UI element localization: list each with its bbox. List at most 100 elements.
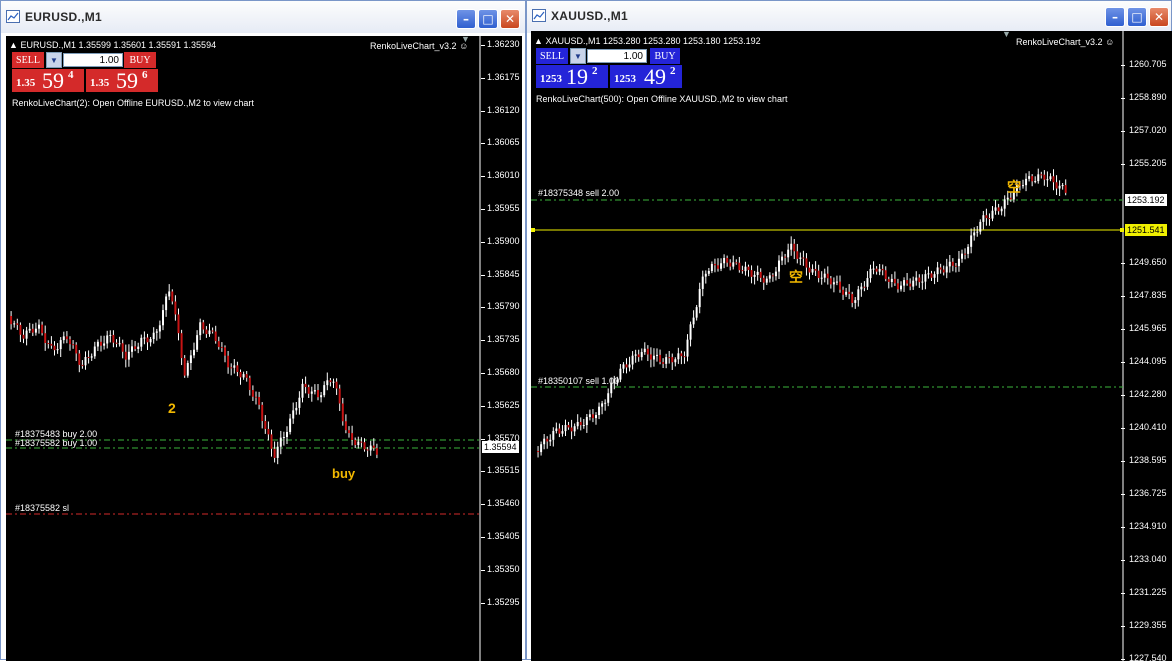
candle-body	[78, 353, 81, 365]
candle-body	[295, 407, 298, 411]
candle-body	[753, 274, 756, 277]
lot-down-button[interactable]: ▼	[570, 48, 586, 64]
candle-body	[585, 417, 588, 426]
axis-tick	[1121, 626, 1125, 627]
axis-label: 1.35625	[487, 399, 520, 410]
candle-body	[183, 358, 186, 376]
candle-body	[662, 362, 665, 364]
axis-label: 1.35735	[487, 334, 520, 345]
candle-body	[1003, 199, 1006, 209]
sell-price-box[interactable]: 1253 19 2	[536, 65, 608, 88]
xauusd-chart-window[interactable]: XAUUSD.,M1 – □ ✕ ▲ XAUUSD.,M1 1253.280 1…	[526, 0, 1172, 661]
candle-body	[903, 280, 906, 286]
candle-body	[177, 314, 180, 334]
candle-body	[196, 335, 199, 350]
candle-body	[930, 273, 933, 278]
candle-body	[41, 324, 44, 334]
lot-down-button[interactable]: ▼	[46, 52, 62, 68]
buy-button[interactable]: BUY	[124, 52, 156, 68]
candle-body	[936, 267, 939, 275]
candle-body	[313, 390, 316, 392]
candle-body	[713, 263, 716, 266]
order-label: #18375582 sl	[15, 503, 70, 513]
close-button[interactable]: ✕	[1149, 7, 1169, 27]
chart-drop-arrow[interactable]: ▼	[1002, 31, 1011, 39]
candle-body	[357, 441, 360, 446]
eurusd-titlebar[interactable]: EURUSD.,M1 – □ ✕	[1, 1, 525, 33]
candle-body	[149, 339, 152, 343]
candle-body	[146, 337, 149, 343]
buy-price-box[interactable]: 1253 49 2	[610, 65, 682, 88]
axis-tick	[1121, 395, 1125, 396]
axis-tick	[481, 176, 485, 178]
candle-body	[552, 430, 555, 440]
candle-body	[890, 278, 893, 282]
chart-drop-arrow[interactable]: ▼	[461, 36, 470, 44]
candle-body	[168, 291, 171, 297]
candle-body	[802, 257, 805, 259]
candle-body	[131, 346, 133, 352]
maximize-button[interactable]: □	[478, 9, 498, 29]
buy-button[interactable]: BUY	[650, 48, 680, 64]
candle-body	[921, 281, 924, 283]
order-label: #18375348 sell 2.00	[538, 188, 620, 198]
maximize-button[interactable]: □	[1127, 7, 1147, 27]
candle-body	[582, 425, 585, 427]
lot-size-input[interactable]: 1.00	[63, 53, 123, 67]
close-button[interactable]: ✕	[500, 9, 520, 29]
candle-body	[942, 269, 945, 273]
xauusd-chart-area[interactable]: ▲ XAUUSD.,M1 1253.280 1253.280 1253.180 …	[531, 31, 1172, 661]
candle-body	[564, 424, 567, 432]
candle-body	[805, 258, 808, 268]
buy-price-box[interactable]: 1.35 59 6	[86, 69, 158, 92]
collapse-triangle-icon[interactable]: ▲	[534, 36, 543, 46]
candle-body	[96, 341, 99, 347]
eurusd-chart-area[interactable]: ▲ EURUSD.,M1 1.35599 1.35601 1.35591 1.3…	[6, 36, 522, 661]
axis-label: 1258.890	[1129, 92, 1167, 102]
xauusd-titlebar[interactable]: XAUUSD.,M1 – □ ✕	[527, 1, 1171, 33]
candle-body	[103, 343, 106, 346]
sell-price-box[interactable]: 1.35 59 4	[12, 69, 84, 92]
axis-label: 1238.595	[1129, 455, 1167, 465]
lot-size-input[interactable]: 1.00	[587, 49, 647, 63]
minimize-button[interactable]: –	[1105, 7, 1125, 27]
candle-body	[927, 273, 930, 275]
candle-body	[186, 363, 189, 376]
candle-body	[93, 346, 96, 357]
candle-body	[236, 365, 239, 373]
candle-body	[301, 383, 304, 398]
axis-label: 1.35900	[487, 235, 520, 246]
axis-tick	[481, 110, 485, 112]
candle-body	[771, 275, 774, 277]
close-icon: ✕	[1153, 10, 1165, 24]
axis-tick	[481, 307, 485, 309]
candle-body	[604, 402, 607, 404]
axis-label: 1.35515	[487, 465, 520, 476]
candle-body	[750, 270, 753, 277]
candle-body	[918, 277, 921, 283]
axis-tick	[481, 537, 485, 538]
candle-body	[601, 403, 604, 407]
candle-body	[140, 337, 143, 347]
minimize-button[interactable]: –	[456, 9, 476, 29]
sell-button[interactable]: SELL	[536, 48, 568, 64]
candle-body	[790, 243, 793, 250]
eurusd-chart-window[interactable]: EURUSD.,M1 – □ ✕ ▲ EURUSD.,M1 1.35599 1.…	[0, 0, 526, 661]
candle-body	[649, 354, 652, 360]
indicator-message: RenkoLiveChart(500): Open Offline XAUUSD…	[536, 94, 788, 104]
candle-body	[109, 334, 112, 336]
candle-body	[720, 263, 723, 269]
candle-body	[13, 323, 16, 325]
candle-body	[698, 288, 701, 308]
order-label: #18375582 buy 1.00	[15, 438, 98, 448]
candle-body	[707, 270, 710, 274]
collapse-triangle-icon[interactable]: ▲	[9, 40, 18, 50]
candle-body	[799, 257, 802, 259]
candle-body	[127, 351, 130, 360]
candle-body	[1034, 181, 1037, 183]
candle-body	[762, 277, 765, 283]
candle-body	[939, 267, 942, 270]
axis-label: 1.35405	[487, 531, 520, 541]
axis-label: 1229.355	[1129, 620, 1167, 630]
sell-button[interactable]: SELL	[12, 52, 44, 68]
